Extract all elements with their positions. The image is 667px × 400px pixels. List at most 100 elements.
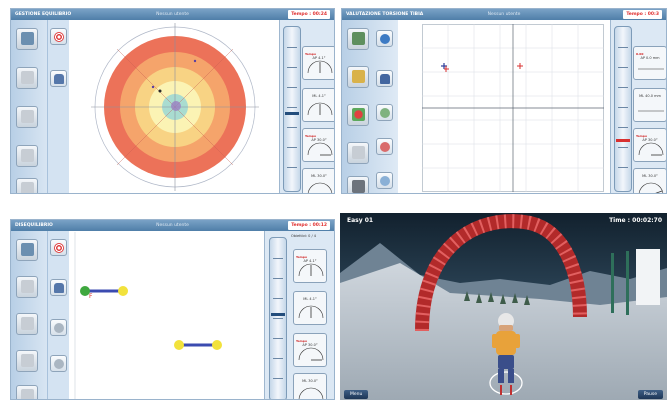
timer-value: 00:3 [647,12,659,17]
right-controls: Obiettivi: 0 / 4 Tempo AP 4.1° ML 4.1° Te… [264,231,334,399]
time-label: Time : 00:02:70 [609,217,662,224]
timer-label: Tempo : [291,12,312,17]
tool-button-2[interactable] [16,276,38,298]
timer-label: Tempo : [626,12,647,17]
user-label: Nessun utente [156,12,189,17]
option-icon [54,359,64,369]
tool-icon [352,146,365,159]
banner-pole [611,253,614,313]
target-button[interactable] [50,28,67,45]
load-button[interactable] [347,66,369,88]
home-button[interactable] [16,28,38,50]
gauge-ap-2: Tempo AP 30.0° [293,333,327,367]
print-icon [352,180,365,193]
option-button-1[interactable] [376,104,393,121]
timer-label: Tempo : [291,223,312,228]
print-button[interactable] [347,176,369,193]
panel-disequilibrio: DISEQUILIBRIO Nessun utente Tempo : 00:1… [10,219,335,400]
tool-icon [21,317,34,330]
position-grid [422,24,604,192]
tool-button-2[interactable] [16,67,38,89]
gauge-ml-2: ML 30.0° [633,168,666,193]
panel-equilibrio: GESTIONE EQUILIBRIO Nessun utente Tempo … [10,8,335,194]
tool-icon [21,182,34,193]
dumbbell-area: F [74,232,222,399]
slider-handle[interactable] [285,112,299,115]
gauge-ml-1: ML 4.1° [293,291,327,325]
option-icon [380,176,390,186]
trace-point [193,59,197,63]
home-icon [21,32,34,45]
option-icon [54,323,64,333]
trace-point [151,85,155,89]
record-button[interactable] [347,104,369,126]
weight-slider[interactable] [283,26,301,192]
objectives-counter: Obiettivi: 0 / 4 [291,234,317,238]
weight-slider[interactable] [614,26,632,192]
home-button[interactable] [347,28,369,50]
secondary-toolbar [47,231,69,399]
banner-pole [626,251,629,315]
target-button[interactable] [50,239,67,256]
yellow-ball [212,340,222,350]
slider-handle[interactable] [616,139,630,142]
home-icon [352,32,365,45]
option-button-2[interactable] [50,355,67,372]
title-bar: DISEQUILIBRIO Nessun utente Tempo : 00:1… [11,220,334,231]
balance-target [91,23,259,191]
gauge-ap-1: 0.00 AP 0.0 mm [633,46,666,80]
gauge-ap-1: Tempo AP 4.1° [302,46,334,80]
slider-handle[interactable] [271,313,285,316]
timer-value: 00:12 [312,223,327,228]
user-label: Nessun utente [487,12,521,17]
gauge-ml-2: ML 30.0° [302,168,334,193]
tool-button-5[interactable] [16,178,38,193]
timer: Tempo : 00:24 [288,10,330,19]
tool-icon [21,149,34,162]
timer: Tempo : 00:3 [623,10,662,19]
home-button[interactable] [16,239,38,261]
pause-button[interactable]: Pause [637,390,663,399]
tool-button-4[interactable] [347,142,369,164]
home-icon [21,243,34,256]
target-icon [54,32,64,42]
game-scene [340,213,667,400]
option-button-3[interactable] [376,172,393,189]
right-controls: Tempo AP 4.1° ML 4.1° Tempo AP 30.0° ML 30… [279,20,334,193]
menu-button[interactable]: Menu [344,390,369,399]
ski-game-view: Easy 01 Time : 00:02:70 Menu Pause [340,213,667,400]
weight-slider[interactable] [269,237,287,399]
record-icon [352,108,365,121]
folder-icon [352,70,365,83]
user-label: Nessun utente [156,223,189,228]
user-icon [380,74,390,84]
right-controls: 0.00 AP 0.0 mm ML 40.0 mm Tempo AP 30.0° M… [610,20,666,193]
center-cluster [171,101,181,111]
user-button[interactable] [50,70,67,87]
gauge-ap-2: Tempo AP 30.0° [302,128,334,162]
left-toolbar [342,20,398,193]
tool-button-4[interactable] [16,145,38,167]
user-icon [54,283,64,293]
tool-button-4[interactable] [16,350,38,372]
timer-value: 00:24 [312,12,327,17]
option-button-1[interactable] [50,319,67,336]
gauge-ml-1: ML 40.0 mm [633,88,666,122]
banner [636,249,660,305]
dumbbell-target [174,340,222,350]
tool-button-5[interactable] [16,385,38,399]
tool-button-3[interactable] [16,106,38,128]
cursor-marker: F [89,293,93,300]
user-button[interactable] [376,70,393,87]
option-button-2[interactable] [376,138,393,155]
info-icon [380,34,390,44]
secondary-toolbar [47,20,69,193]
title-bar: GESTIONE EQUILIBRIO Nessun utente Tempo … [11,9,334,20]
title-bar: VALUTAZIONE TORSIONE TIBIA Nessun utente… [342,9,666,20]
info-button[interactable] [376,30,393,47]
user-button[interactable] [50,279,67,296]
user-icon [54,74,64,84]
gauge-ml-1: ML 4.1° [302,88,334,122]
gauge-ap-1: Tempo AP 4.1° [293,249,327,283]
tool-button-3[interactable] [16,313,38,335]
